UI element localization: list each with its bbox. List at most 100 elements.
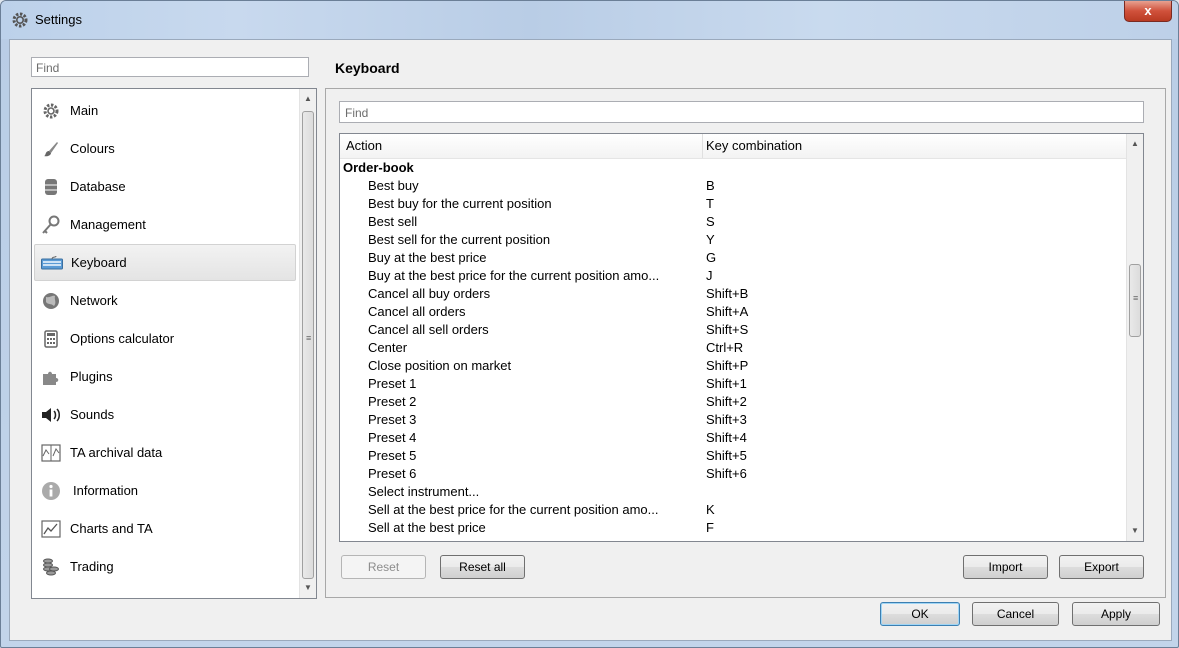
grip-icon: ≡ [306, 333, 312, 343]
column-header-key[interactable]: Key combination [706, 138, 802, 153]
sidebar-item-information[interactable]: Information [34, 472, 296, 509]
sidebar-scrollbar[interactable]: ▲ ≡ ▼ [299, 89, 316, 598]
action-cell: Preset 5 [368, 448, 417, 463]
key-cell: Shift+3 [706, 412, 747, 427]
speaker-icon [40, 404, 62, 426]
sidebar-item-label: Colours [70, 141, 115, 156]
table-row[interactable]: Best buy for the current position T [340, 195, 1126, 213]
table-row[interactable]: Preset 5 Shift+5 [340, 447, 1126, 465]
calculator-icon [40, 328, 62, 350]
coins-icon [40, 556, 62, 578]
window-title: Settings [35, 12, 82, 27]
close-button[interactable]: x [1124, 1, 1172, 22]
sidebar-item-ta-archival-data[interactable]: TA archival data [34, 434, 296, 471]
scrollbar-thumb[interactable]: ≡ [302, 111, 314, 579]
key-cell: Shift+S [706, 322, 749, 337]
sidebar-item-plugins[interactable]: Plugins [34, 358, 296, 395]
column-divider[interactable] [702, 134, 703, 158]
table-scrollbar[interactable]: ▲ ≡ ▼ [1126, 134, 1143, 541]
table-row[interactable]: Cancel all orders Shift+A [340, 303, 1126, 321]
scroll-down-icon[interactable]: ▼ [1127, 523, 1143, 539]
action-cell: Best buy [368, 178, 419, 193]
scrollbar-thumb[interactable]: ≡ [1129, 264, 1141, 337]
table-row[interactable]: Cancel all buy orders Shift+B [340, 285, 1126, 303]
sidebar-item-keyboard[interactable]: Keyboard [34, 244, 296, 281]
export-button[interactable]: Export [1059, 555, 1144, 579]
sidebar-item-trading[interactable]: Trading [34, 548, 296, 585]
table-row[interactable]: Center Ctrl+R [340, 339, 1126, 357]
sidebar-item-label: Database [70, 179, 126, 194]
key-cell: Shift+P [706, 358, 749, 373]
sidebar-item-label: Trading [70, 559, 114, 574]
info-icon [40, 480, 62, 502]
table-row[interactable]: Best buy B [340, 177, 1126, 195]
archive-chart-icon [40, 442, 62, 464]
table-row[interactable]: Close position on market Shift+P [340, 357, 1126, 375]
key-cell: Shift+6 [706, 466, 747, 481]
table-row[interactable]: Preset 2 Shift+2 [340, 393, 1126, 411]
key-cell: Ctrl+R [706, 340, 744, 355]
table-row[interactable]: Cancel all sell orders Shift+S [340, 321, 1126, 339]
sidebar-item-management[interactable]: Management [34, 206, 296, 243]
action-cell: Cancel all sell orders [368, 322, 489, 337]
scroll-up-icon[interactable]: ▲ [1127, 136, 1143, 152]
key-cell: Y [706, 232, 715, 247]
table-row[interactable]: Preset 4 Shift+4 [340, 429, 1126, 447]
database-icon [40, 176, 62, 198]
table-row[interactable]: Sell at the best price F [340, 519, 1126, 537]
reset-button[interactable]: Reset [341, 555, 426, 579]
table-row[interactable]: Best sell for the current position Y [340, 231, 1126, 249]
sidebar-search-input[interactable]: Find [31, 57, 309, 77]
action-cell: Best sell [368, 214, 418, 229]
page-title: Keyboard [335, 60, 400, 76]
column-header-action[interactable]: Action [346, 138, 382, 153]
key-cell: S [706, 214, 715, 229]
table-row[interactable]: Buy at the best price G [340, 249, 1126, 267]
key-cell: K [706, 502, 715, 517]
sidebar-item-sounds[interactable]: Sounds [34, 396, 296, 433]
action-cell: Sell at the best price for the current p… [368, 502, 659, 517]
settings-category-list[interactable]: Main Colours Database Management Keyboar… [31, 88, 317, 599]
sidebar-item-network[interactable]: Network [34, 282, 296, 319]
reset-all-button[interactable]: Reset all [440, 555, 525, 579]
sidebar-item-label: Management [70, 217, 146, 232]
chart-icon [40, 518, 62, 540]
globe-icon [40, 290, 62, 312]
key-cell: G [706, 250, 717, 265]
key-cell: Shift+2 [706, 394, 747, 409]
scroll-down-icon[interactable]: ▼ [300, 580, 316, 596]
table-row[interactable]: Preset 6 Shift+6 [340, 465, 1126, 483]
apply-button[interactable]: Apply [1072, 602, 1160, 626]
sidebar-item-charts-and-ta[interactable]: Charts and TA [34, 510, 296, 547]
action-cell: Preset 3 [368, 412, 417, 427]
keyboard-icon [41, 252, 63, 274]
table-row[interactable]: Buy at the best price for the current po… [340, 267, 1126, 285]
shortcuts-table: Action Key combination Order-book Best b… [339, 133, 1144, 542]
action-cell: Sell at the best price [368, 520, 486, 535]
table-row[interactable]: Preset 3 Shift+3 [340, 411, 1126, 429]
sidebar-item-main[interactable]: Main [34, 92, 296, 129]
scroll-up-icon[interactable]: ▲ [300, 91, 316, 107]
brush-icon [40, 138, 62, 160]
action-cell: Preset 2 [368, 394, 417, 409]
table-row[interactable]: Sell at the best price for the current p… [340, 501, 1126, 519]
key-cell: Shift+5 [706, 448, 747, 463]
action-cell: Cancel all orders [368, 304, 466, 319]
key-cell: Shift+B [706, 286, 749, 301]
table-row[interactable]: Select instrument... [340, 483, 1126, 501]
sidebar-item-database[interactable]: Database [34, 168, 296, 205]
title-bar: Settings x [1, 1, 1178, 39]
sidebar-item-label: Plugins [70, 369, 113, 384]
sidebar-item-colours[interactable]: Colours [34, 130, 296, 167]
import-button[interactable]: Import [963, 555, 1048, 579]
table-row[interactable]: Preset 1 Shift+1 [340, 375, 1126, 393]
sidebar-item-options-calculator[interactable]: Options calculator [34, 320, 296, 357]
sidebar-item-label: Keyboard [71, 255, 127, 270]
cancel-button[interactable]: Cancel [972, 602, 1059, 626]
group-header[interactable]: Order-book [343, 160, 414, 175]
table-header: Action Key combination [340, 134, 1126, 159]
table-row[interactable]: Best sell S [340, 213, 1126, 231]
action-cell: Select instrument... [368, 484, 480, 499]
shortcut-search-input[interactable]: Find [339, 101, 1144, 123]
ok-button[interactable]: OK [880, 602, 960, 626]
